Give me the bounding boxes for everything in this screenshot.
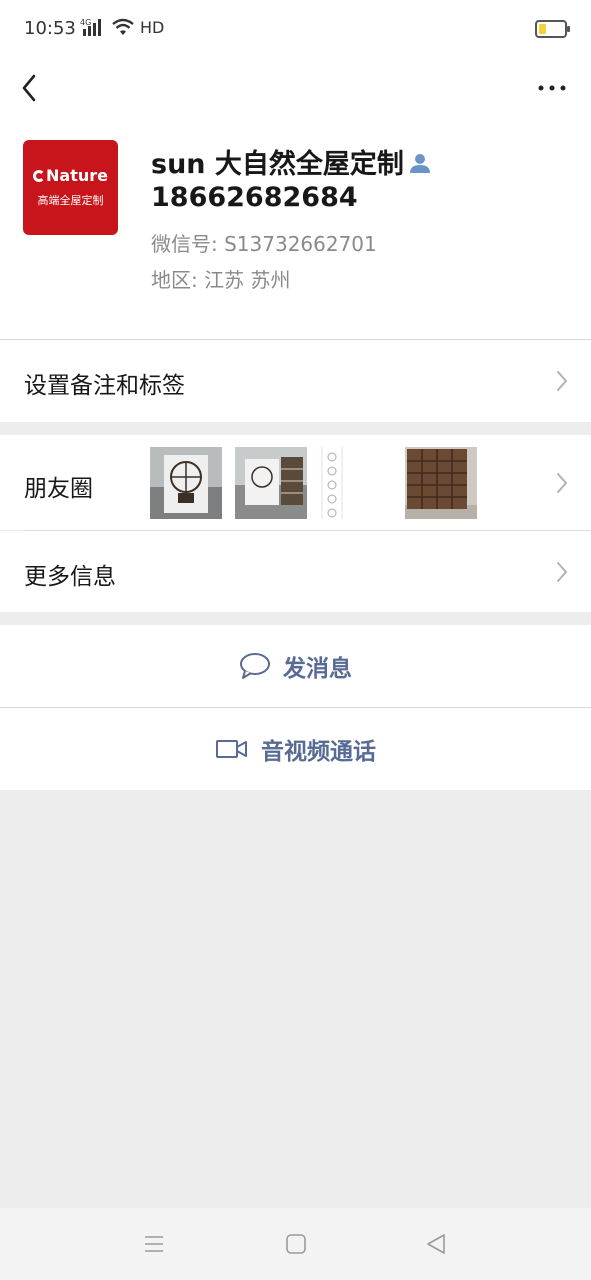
status-icons: 4G HD	[80, 17, 164, 37]
video-call-button[interactable]: 音视频通话	[0, 708, 591, 790]
avatar-sub-text: 高端全屋定制	[37, 194, 104, 207]
nickname: sun 大自然全屋定制	[151, 142, 432, 181]
home-icon[interactable]	[284, 1232, 308, 1256]
back-triangle-icon[interactable]	[424, 1232, 448, 1256]
send-message-content: 发消息	[0, 625, 591, 707]
phone-number: 18662682684	[151, 182, 358, 213]
video-call-label: 音视频通话	[261, 739, 376, 765]
avatar-logo-text: Nature	[46, 166, 108, 185]
video-call-content: 音视频通话	[0, 708, 591, 790]
status-time: 10:53	[24, 18, 76, 39]
chevron-right-icon	[557, 473, 568, 493]
status-bar: 10:53 4G HD	[0, 0, 591, 58]
moments-thumbnails	[150, 447, 477, 519]
logo-ring-icon	[33, 170, 46, 182]
nav-bar	[0, 58, 591, 118]
battery-level	[539, 24, 546, 34]
video-camera-icon	[216, 740, 247, 758]
avatar-logo: Nature	[23, 166, 118, 185]
moments-row[interactable]: 朋友圈	[0, 435, 591, 530]
signal-icon: 4G	[80, 18, 101, 36]
contact-person-icon	[409, 154, 430, 173]
send-message-button[interactable]: 发消息	[0, 625, 591, 707]
chevron-right-icon	[557, 562, 568, 582]
chat-bubble-icon	[240, 653, 270, 679]
nickname-text: sun 大自然全屋定制	[151, 149, 404, 180]
send-message-label: 发消息	[283, 656, 352, 682]
profile-card: Nature 高端全屋定制 sun 大自然全屋定制 18662682684 微信…	[0, 118, 591, 339]
hd-indicator: HD	[140, 17, 165, 37]
region: 地区: 江苏 苏州	[151, 268, 291, 292]
moments-photo-4	[405, 447, 477, 519]
moments-photo-2	[235, 447, 307, 519]
more-info-label: 更多信息	[24, 564, 116, 590]
wifi-icon	[112, 18, 134, 35]
wechat-id: 微信号: S13732662701	[151, 232, 377, 256]
moments-photo-3	[320, 447, 392, 519]
battery-icon	[535, 20, 570, 38]
avatar[interactable]: Nature 高端全屋定制	[23, 140, 118, 235]
system-nav-bar	[0, 1208, 591, 1280]
remark-tags-row[interactable]: 设置备注和标签	[0, 340, 591, 422]
svg-text:4G: 4G	[80, 18, 91, 27]
remark-tags-label: 设置备注和标签	[24, 373, 185, 399]
menu-icon[interactable]	[142, 1232, 166, 1256]
back-icon[interactable]	[18, 68, 42, 108]
more-icon[interactable]	[537, 76, 567, 100]
moments-label: 朋友圈	[24, 476, 93, 502]
moments-photo-1	[150, 447, 222, 519]
chevron-right-icon	[557, 371, 568, 391]
more-info-row[interactable]: 更多信息	[0, 531, 591, 612]
